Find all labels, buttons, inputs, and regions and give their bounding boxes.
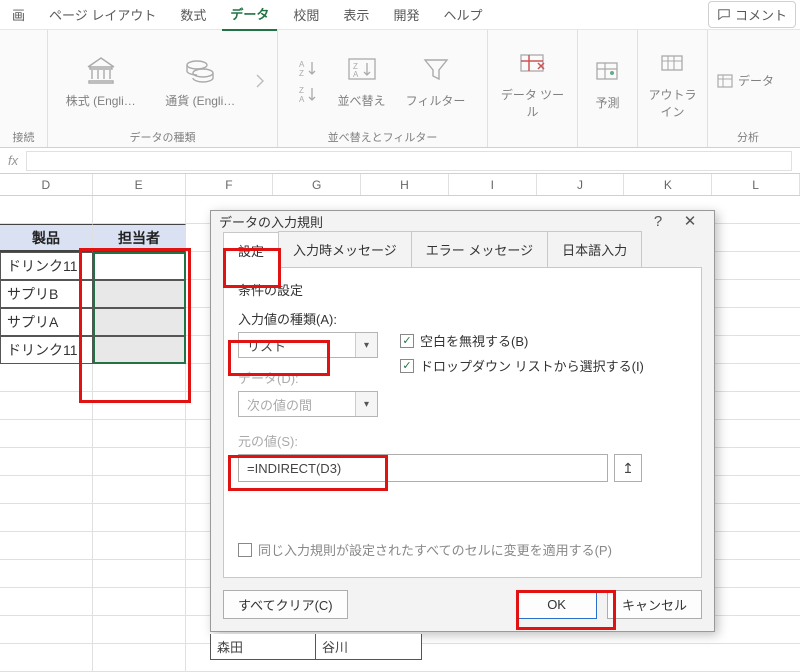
data-validation-dialog: データの入力規則 ? ✕ 設定 入力時メッセージ エラー メッセージ 日本語入力… — [210, 210, 715, 632]
ribbon-tab-formulas[interactable]: 数式 — [172, 0, 214, 30]
ribbon-tab-view[interactable]: 表示 — [335, 0, 377, 30]
table-cell[interactable] — [93, 252, 186, 280]
tab-settings[interactable]: 設定 — [223, 232, 279, 268]
sheet-icon[interactable]: データ — [716, 72, 774, 90]
sort-button[interactable]: ZA 並べ替え — [330, 52, 394, 109]
sort-label: 並べ替え — [337, 92, 385, 109]
table-cell[interactable]: 谷川 — [316, 634, 422, 660]
ribbon-tab-pagelayout[interactable]: ページ レイアウト — [41, 0, 164, 30]
type-label: 入力値の種類(A): — [238, 309, 378, 328]
group-label-sortfilter: 並べ替えとフィルター — [286, 127, 479, 145]
help-button[interactable]: ? — [642, 213, 674, 230]
tab-input-message[interactable]: 入力時メッセージ — [278, 231, 412, 267]
filter-button[interactable]: フィルター — [404, 52, 468, 109]
section-label: 条件の設定 — [238, 280, 687, 299]
ignore-blank-checkbox[interactable]: ✓空白を無視する(B) — [400, 331, 644, 350]
comments-button[interactable]: コメント — [708, 1, 796, 28]
clear-all-button[interactable]: すべてクリア(C) — [223, 590, 348, 619]
table-cell[interactable]: サプリB — [0, 280, 93, 308]
bank-icon — [83, 52, 119, 88]
datatools-label: データ ツール — [496, 86, 569, 120]
tab-ime[interactable]: 日本語入力 — [547, 231, 642, 267]
outline-label: アウトラ イン — [648, 86, 696, 120]
ok-button[interactable]: OK — [516, 590, 597, 619]
ribbon-body: 接続 株式 (Engli… 通貨 (Engli… データの種類 — [0, 30, 800, 148]
table-cell[interactable]: サプリA — [0, 308, 93, 336]
table-cell[interactable]: 森田 — [210, 634, 316, 660]
currency-button[interactable]: 通貨 (Engli… — [156, 52, 246, 109]
chevron-down-icon: ▾ — [355, 333, 377, 357]
dialog-title: データの入力規則 — [219, 212, 323, 231]
tab-error-alert[interactable]: エラー メッセージ — [411, 231, 548, 267]
currency-label: 通貨 (Engli… — [165, 92, 235, 109]
table-header-person[interactable]: 担当者 — [93, 224, 186, 252]
funnel-icon — [418, 52, 454, 88]
ribbon-tab-draw[interactable]: 画 — [4, 0, 33, 30]
lower-table: 森田 谷川 — [210, 634, 422, 660]
ribbon-tab-help[interactable]: ヘルプ — [435, 0, 490, 30]
comments-label: コメント — [735, 5, 787, 24]
datatools-button[interactable]: データ ツール — [496, 46, 569, 120]
range-picker-button[interactable]: ↥ — [614, 454, 642, 482]
data-select: 次の値の間 ▾ — [238, 391, 378, 417]
ribbon-tab-data[interactable]: データ — [222, 0, 277, 31]
fx-label: fx — [8, 153, 18, 168]
stocks-button[interactable]: 株式 (Engli… — [56, 52, 146, 109]
source-value: =INDIRECT(D3) — [239, 461, 607, 476]
chevron-down-icon: ▾ — [355, 392, 377, 416]
sort-asc-icon[interactable]: AZ — [298, 58, 320, 78]
forecast-button[interactable]: 予測 — [586, 54, 629, 111]
comment-icon — [717, 8, 731, 22]
filter-label: フィルター — [406, 92, 466, 109]
allow-value: リスト — [239, 336, 355, 355]
svg-text:A: A — [299, 60, 305, 69]
data-label: データ(D): — [238, 368, 378, 387]
formula-input[interactable] — [26, 151, 792, 171]
stocks-label: 株式 (Engli… — [66, 92, 136, 109]
svg-text:A: A — [353, 70, 359, 79]
apply-all-checkbox[interactable]: ✓同じ入力規則が設定されたすべてのセルに変更を適用する(P) — [238, 540, 687, 559]
source-label: 元の値(S): — [238, 431, 687, 450]
table-cell[interactable] — [93, 308, 186, 336]
sort-desc-icon[interactable]: ZA — [298, 84, 320, 104]
col-header-J[interactable]: J — [537, 174, 625, 195]
group-label-datatypes: データの種類 — [56, 127, 269, 145]
coins-icon — [182, 52, 218, 88]
ribbon-tab-review[interactable]: 校閲 — [285, 0, 327, 30]
table-cell[interactable] — [93, 280, 186, 308]
overflow-icon[interactable] — [255, 69, 269, 93]
col-header-L[interactable]: L — [712, 174, 800, 195]
forecast-label: 予測 — [595, 94, 619, 111]
sort-icon: ZA — [344, 52, 380, 88]
outline-icon — [655, 46, 691, 82]
col-header-E[interactable]: E — [93, 174, 186, 195]
table-cell[interactable]: ドリンク11 — [0, 252, 93, 280]
dropdown-checkbox[interactable]: ✓ドロップダウン リストから選択する(I) — [400, 356, 644, 375]
forecast-icon — [590, 54, 626, 90]
datatools-icon — [515, 46, 551, 82]
allow-select[interactable]: リスト ▾ — [238, 332, 378, 358]
collapse-icon: ↥ — [622, 460, 634, 477]
svg-text:A: A — [299, 95, 305, 104]
col-header-D[interactable]: D — [0, 174, 93, 195]
close-button[interactable]: ✕ — [674, 212, 706, 230]
ribbon-tab-developer[interactable]: 開発 — [385, 0, 427, 30]
data-value: 次の値の間 — [239, 395, 355, 414]
col-header-G[interactable]: G — [273, 174, 361, 195]
table-cell[interactable] — [93, 336, 186, 364]
table-cell[interactable]: ドリンク11 — [0, 336, 93, 364]
cancel-button[interactable]: キャンセル — [607, 590, 702, 619]
outline-button[interactable]: アウトラ イン — [646, 46, 699, 120]
svg-text:Z: Z — [299, 86, 304, 95]
col-header-F[interactable]: F — [186, 174, 274, 195]
group-label-analyze: 分析 — [716, 127, 780, 145]
svg-text:Z: Z — [299, 69, 304, 78]
table-header-product[interactable]: 製品 — [0, 224, 93, 252]
group-label-connect: 接続 — [8, 127, 39, 145]
col-header-I[interactable]: I — [449, 174, 537, 195]
col-header-K[interactable]: K — [624, 174, 712, 195]
col-header-H[interactable]: H — [361, 174, 449, 195]
source-input[interactable]: =INDIRECT(D3) — [238, 454, 608, 482]
